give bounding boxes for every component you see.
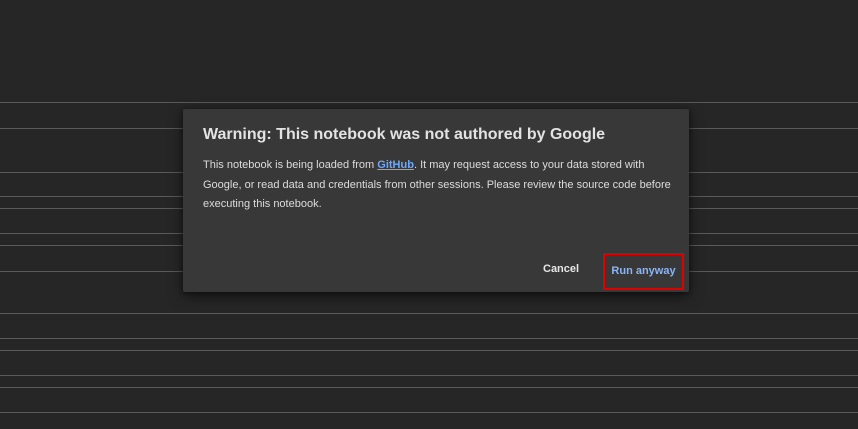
page: Warning: This notebook was not authored …: [0, 0, 858, 429]
background-separator-line: [0, 102, 858, 103]
background-separator-line: [0, 350, 858, 351]
background-separator-line: [0, 313, 858, 314]
github-link[interactable]: GitHub: [377, 159, 414, 171]
run-anyway-button[interactable]: Run anyway: [603, 253, 684, 290]
background-separator-line: [0, 375, 858, 376]
dialog-message: This notebook is being loaded from GitHu…: [203, 156, 671, 215]
background-separator-line: [0, 387, 858, 388]
background-separator-line: [0, 338, 858, 339]
cancel-button[interactable]: Cancel: [543, 263, 579, 275]
background-separator-line: [0, 412, 858, 413]
warning-dialog: Warning: This notebook was not authored …: [183, 109, 689, 292]
dialog-message-prefix: This notebook is being loaded from: [203, 159, 378, 171]
dialog-title: Warning: This notebook was not authored …: [203, 126, 606, 143]
